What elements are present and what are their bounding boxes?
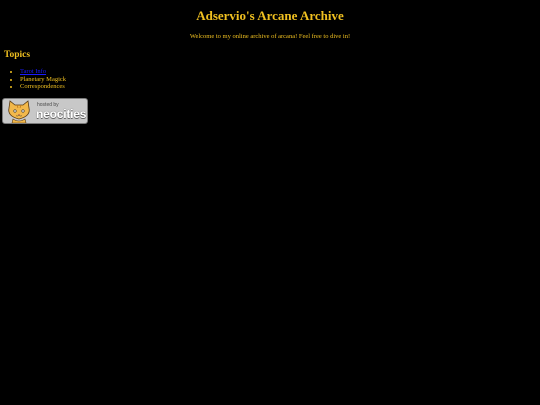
list-item: Planetary Magick [20,76,66,84]
welcome-message: Welcome to my online archive of arcana! … [189,33,351,40]
topic-item-planetary-magick: Planetary Magick [20,75,67,83]
list-item: Tarot Info [20,68,66,76]
neocities-badge-link[interactable]: hosted by neocities [2,98,88,124]
list-item: Correspondences [20,83,66,91]
topic-item-correspondences: Correspondences [20,83,65,91]
topic-list: Tarot Info Planetary Magick Corresponden… [10,68,66,91]
topics-heading: Topics [4,50,31,60]
page-title: Adservio's Arcane Archive [196,8,344,23]
neocities-cat-icon [8,100,30,123]
badge-brand-text: neocities [36,107,87,121]
topic-link-tarot-info[interactable]: Tarot Info [20,68,46,75]
